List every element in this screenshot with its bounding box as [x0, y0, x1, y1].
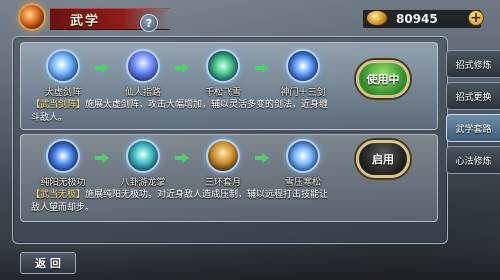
- skill-set-description: 【武当剑阵】施展太虚剑阵，攻击大幅增加，辅以灵活多变的剑法，近身缠斗敌人。: [31, 99, 331, 125]
- tab-mind-training[interactable]: 心法修炼: [446, 146, 500, 174]
- skill-set-description: 【武当无极】施展纯阳无极功，对近身敌人造成压制，辅以远程打击技能让敌人望而却步。: [31, 189, 331, 215]
- arrow-right-icon: [255, 153, 269, 163]
- skill-slot[interactable]: 纯阳无极功: [33, 139, 93, 188]
- skill-name: 神门十三剑: [280, 88, 326, 98]
- skill-slot[interactable]: 太虚剑阵: [33, 49, 93, 98]
- skill-slot[interactable]: 雪压寒松: [273, 139, 333, 188]
- page-title: 武学: [70, 14, 101, 29]
- skill-name: 千松飞雪: [204, 88, 241, 98]
- skill-slot[interactable]: 千松飞雪: [193, 49, 253, 98]
- arrow-right-icon: [95, 63, 109, 73]
- tab-move-training[interactable]: 招式修炼: [446, 50, 500, 78]
- skill-name: 仙人指路: [124, 88, 161, 98]
- skill-slot[interactable]: 八卦游龙掌: [113, 139, 173, 188]
- skill-slot[interactable]: 三环套月: [193, 139, 253, 188]
- arrow-right-icon: [175, 63, 189, 73]
- coin-icon: [366, 10, 388, 26]
- skill-name: 纯阳无极功: [40, 178, 86, 188]
- flying-snow-icon: [206, 49, 240, 83]
- tab-move-change[interactable]: 招式更换: [446, 82, 500, 110]
- skill-slot[interactable]: 仙人指路: [113, 49, 173, 98]
- enable-button[interactable]: 启用: [356, 140, 410, 178]
- skill-name: 太虚剑阵: [44, 88, 81, 98]
- skill-name: 八卦游龙掌: [120, 178, 166, 188]
- arrow-right-icon: [175, 153, 189, 163]
- currency-value: 80945: [396, 12, 438, 26]
- pure-yang-icon: [46, 139, 80, 173]
- in-use-button[interactable]: 使用中: [356, 60, 410, 98]
- skill-slot[interactable]: 神门十三剑: [273, 49, 333, 98]
- dragon-palm-icon: [126, 139, 160, 173]
- description-tag: 【武当剑阵】: [31, 100, 86, 110]
- arrow-right-icon: [255, 63, 269, 73]
- arrow-right-icon: [95, 153, 109, 163]
- skill-name: 三环套月: [204, 178, 241, 188]
- snow-pine-icon: [286, 139, 320, 173]
- help-button[interactable]: ?: [140, 14, 158, 32]
- skill-name: 雪压寒松: [284, 178, 321, 188]
- immortal-finger-icon: [126, 49, 160, 83]
- top-bar: 武学 ? 80945 +: [0, 0, 500, 32]
- back-button[interactable]: 返 回: [20, 252, 76, 274]
- locked-icon: [206, 139, 240, 173]
- thirteen-swords-icon: [286, 49, 320, 83]
- sword-formation-icon: [46, 49, 80, 83]
- add-currency-button[interactable]: +: [468, 10, 484, 26]
- description-tag: 【武当无极】: [31, 190, 86, 200]
- tab-martial-sets[interactable]: 武学套路: [446, 114, 500, 142]
